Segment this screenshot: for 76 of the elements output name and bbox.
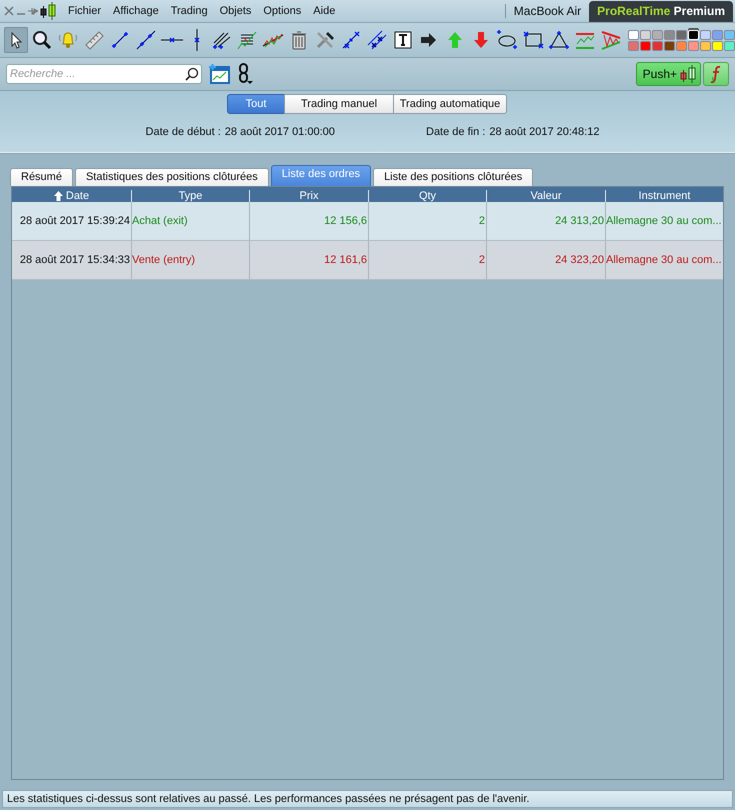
filter-tab[interactable]: Trading manuel — [284, 94, 394, 114]
color-swatch[interactable] — [700, 40, 711, 50]
color-swatch[interactable] — [676, 30, 687, 40]
start-date-value: 28 août 2017 01:00:00 — [224, 126, 335, 138]
edition-label: Premium — [674, 4, 725, 18]
menu-item[interactable]: Options — [257, 5, 308, 17]
color-swatch[interactable] — [712, 30, 723, 40]
menu-item[interactable]: Affichage — [107, 5, 165, 17]
tab[interactable]: Statistiques des positions clôturées — [74, 168, 269, 186]
vertical-line-icon — [194, 29, 200, 51]
table-cell: 12 161,6 — [249, 241, 368, 279]
ellipse-icon — [496, 29, 518, 51]
point-line-icon — [340, 29, 362, 51]
table-cell-text: 28 août 2017 15:39:24 — [18, 214, 131, 229]
column-header[interactable]: Date — [12, 190, 131, 202]
table-cell: Achat (exit) — [131, 202, 249, 240]
color-swatch[interactable] — [628, 30, 639, 40]
color-swatch[interactable] — [724, 40, 735, 50]
horizontal-line-icon — [161, 37, 183, 43]
candlestick-icon — [680, 65, 696, 83]
menu-item[interactable]: Objets — [214, 5, 258, 17]
menu-item[interactable]: Trading — [164, 5, 214, 17]
start-date-label: Date de début : — [146, 126, 221, 138]
color-swatch[interactable] — [664, 40, 675, 50]
color-swatch[interactable] — [688, 40, 699, 50]
table-cell: Vente (entry) — [131, 241, 249, 279]
text-icon — [392, 29, 414, 51]
table-cell: 2 — [368, 241, 486, 279]
table-cell: 12 156,6 — [249, 202, 368, 240]
segment-icon — [109, 29, 131, 51]
tab[interactable]: Résumé — [10, 168, 73, 186]
filter-tab[interactable]: Tout — [227, 94, 285, 114]
tab[interactable]: Liste des positions clôturées — [373, 168, 534, 186]
table-cell: 2 — [368, 202, 486, 240]
line-icon — [135, 29, 157, 51]
table-cell: 24 313,20 — [486, 202, 605, 240]
search-field[interactable]: Recherche ... — [6, 64, 202, 84]
table-cell: Allemagne 30 au com... — [605, 241, 723, 279]
search-icon — [31, 29, 53, 51]
end-date-value: 28 août 2017 20:48:12 — [489, 126, 600, 138]
menu-item[interactable]: Aide — [307, 5, 342, 17]
table-cell: Allemagne 30 au com... — [605, 202, 723, 240]
color-swatch[interactable] — [640, 40, 651, 50]
fibonacci-icon — [236, 29, 258, 51]
menu-item[interactable]: Fichier — [62, 5, 108, 17]
push-button[interactable]: Push+ — [636, 62, 701, 86]
function-button[interactable] — [703, 62, 729, 86]
rectangle-icon — [522, 29, 544, 51]
disclaimer-text: Les statistiques ci-dessus sont relatives au passé. Les performances passées ne présagent pas de l'avenir. — [7, 793, 530, 805]
brand-name: ProRealTime — [597, 4, 670, 18]
filter-tab[interactable]: Trading automatique — [393, 94, 507, 114]
end-date-label: Date de fin : — [426, 126, 486, 138]
color-swatch[interactable] — [652, 40, 663, 50]
candlestick-icon — [40, 2, 56, 20]
ruler-icon — [83, 29, 105, 51]
color-swatch[interactable] — [712, 40, 723, 50]
color-swatch[interactable] — [628, 40, 639, 50]
color-swatch[interactable] — [640, 30, 651, 40]
pointer-tool[interactable] — [4, 27, 28, 53]
color-swatch[interactable] — [664, 30, 675, 40]
color-swatch[interactable] — [652, 30, 663, 40]
tools-icon — [314, 29, 336, 51]
add-chart-icon[interactable] — [208, 63, 230, 85]
table-cell: 24 323,20 — [486, 241, 605, 279]
color-swatch[interactable] — [724, 30, 735, 40]
search-icon — [185, 67, 199, 81]
close-icon[interactable] — [4, 6, 14, 16]
link-icon[interactable] — [236, 63, 254, 85]
function-icon — [709, 65, 723, 83]
wedge-icon — [600, 29, 622, 51]
parallel-lines-icon — [366, 29, 388, 51]
table-cell-text: 28 août 2017 15:34:33 — [18, 253, 131, 268]
pin-icon[interactable] — [28, 6, 38, 16]
triangle-icon — [548, 29, 570, 51]
color-swatch[interactable] — [676, 40, 687, 50]
color-swatch[interactable] — [700, 30, 711, 40]
